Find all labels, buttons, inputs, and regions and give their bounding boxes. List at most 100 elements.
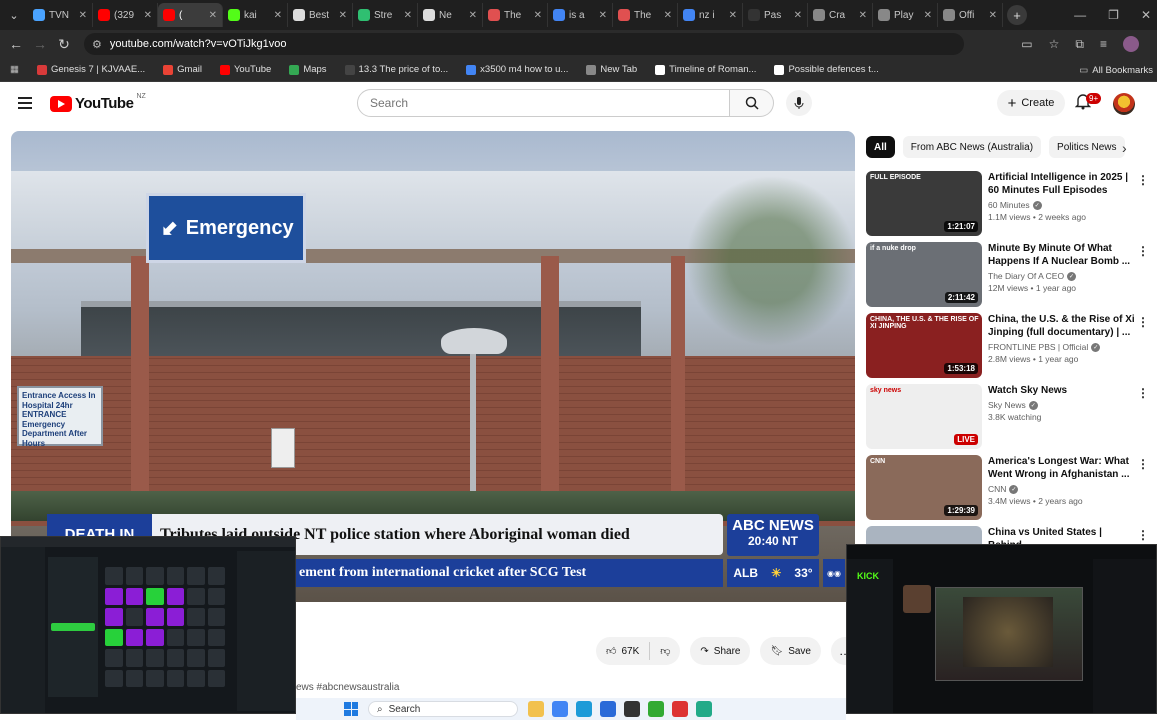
video-thumbnail[interactable]: CNN 1:29:39 xyxy=(866,455,982,520)
app-icon[interactable] xyxy=(648,701,664,717)
tab-close-icon[interactable]: ✕ xyxy=(144,10,152,21)
extensions-icon[interactable]: ⧉ xyxy=(1075,37,1084,52)
tab-close-icon[interactable]: ✕ xyxy=(664,10,672,21)
windows-start-icon[interactable] xyxy=(344,702,358,716)
tab-close-icon[interactable]: ✕ xyxy=(209,10,217,21)
tab-close-icon[interactable]: ✕ xyxy=(729,10,737,21)
address-bar[interactable]: ⚙ youtube.com/watch?v=vOTiJkg1voo xyxy=(84,33,964,55)
tab-close-icon[interactable]: ✕ xyxy=(534,10,542,21)
browser-tab[interactable]: (✕ xyxy=(158,3,223,27)
video-thumbnail[interactable]: FULL EPISODE 1:21:07 xyxy=(866,171,982,236)
bookmark-item[interactable]: Maps xyxy=(289,64,327,75)
cast-icon[interactable]: ▭ xyxy=(1021,37,1032,51)
new-tab-button[interactable]: + xyxy=(1007,5,1027,25)
browser-tab[interactable]: Ne ✕ xyxy=(418,3,483,27)
bookmark-item[interactable]: x3500 m4 how to u... xyxy=(466,64,568,75)
bookmark-item[interactable]: Timeline of Roman... xyxy=(655,64,756,75)
share-button[interactable]: ↷ Share xyxy=(690,637,751,665)
more-options-icon[interactable]: ⋮ xyxy=(1137,173,1149,187)
more-options-icon[interactable]: ⋮ xyxy=(1137,528,1149,542)
video-title[interactable]: Artificial Intelligence in 2025 | 60 Min… xyxy=(988,171,1138,197)
browser-tab[interactable]: Best ✕ xyxy=(288,3,353,27)
video-title[interactable]: Watch Sky News xyxy=(988,384,1138,397)
bookmark-item[interactable]: New Tab xyxy=(586,64,637,75)
tab-close-icon[interactable]: ✕ xyxy=(989,10,997,21)
browser-tab[interactable]: Stre ✕ xyxy=(353,3,418,27)
browser-tab[interactable]: nz i ✕ xyxy=(678,3,743,27)
bookmark-item[interactable]: Gmail xyxy=(163,64,202,75)
browser-tab[interactable]: TVN ✕ xyxy=(28,3,93,27)
tab-close-icon[interactable]: ✕ xyxy=(274,10,282,21)
channel-name[interactable]: FRONTLINE PBS | Official ✓ xyxy=(988,342,1138,352)
youtube-logo[interactable]: YouTube NZ xyxy=(50,93,146,112)
browser-tab[interactable]: Play ✕ xyxy=(873,3,938,27)
video-player[interactable]: ⬋ Emergency Entrance Access In Hospital … xyxy=(11,131,855,602)
reload-icon[interactable]: ↻ xyxy=(52,36,76,53)
more-options-icon[interactable]: ⋮ xyxy=(1137,386,1149,400)
browser-tab[interactable]: Offi ✕ xyxy=(938,3,1003,27)
more-options-icon[interactable]: ⋮ xyxy=(1137,315,1149,329)
create-button[interactable]: + Create xyxy=(997,90,1065,116)
bookmark-item[interactable]: YouTube xyxy=(219,64,271,75)
taskbar-search[interactable]: ⌕ Search xyxy=(368,701,518,717)
overlay-play-button[interactable] xyxy=(51,623,95,631)
search-input[interactable] xyxy=(357,89,730,117)
browser-tab[interactable]: (329 ✕ xyxy=(93,3,158,27)
video-thumbnail[interactable]: sky news LIVE xyxy=(866,384,982,449)
video-title[interactable]: America's Longest War: What Went Wrong i… xyxy=(988,455,1138,481)
tab-close-icon[interactable]: ✕ xyxy=(404,10,412,21)
filter-chip[interactable]: All xyxy=(866,136,895,158)
overlay-window-game[interactable] xyxy=(0,536,296,714)
video-title[interactable]: Minute By Minute Of What Happens If A Nu… xyxy=(988,242,1138,268)
search-button[interactable] xyxy=(730,89,774,117)
more-options-icon[interactable]: ⋮ xyxy=(1137,244,1149,258)
tab-close-icon[interactable]: ✕ xyxy=(599,10,607,21)
bookmark-item[interactable]: Possible defences t... xyxy=(774,64,879,75)
voice-search-button[interactable] xyxy=(786,90,812,116)
apps-grid-icon[interactable]: ▦ xyxy=(10,64,19,75)
chevron-right-icon[interactable]: › xyxy=(1122,140,1127,156)
save-button[interactable]: 🔖︎ Save xyxy=(760,637,821,665)
bookmark-star-icon[interactable]: ☆ xyxy=(1049,37,1060,51)
menu-icon[interactable] xyxy=(18,97,32,112)
user-avatar[interactable] xyxy=(1113,93,1135,115)
video-thumbnail[interactable]: CHINA, THE U.S. & THE RISE OF XI JINPING… xyxy=(866,313,982,378)
maximize-icon[interactable]: ❐ xyxy=(1108,8,1119,22)
recommended-video[interactable]: if a nuke drop 2:11:42 Minute By Minute Of… xyxy=(866,242,1151,313)
edge-icon[interactable] xyxy=(576,701,592,717)
overlay-window-stream[interactable]: KICK xyxy=(846,544,1157,714)
file-explorer-icon[interactable] xyxy=(528,701,544,717)
bookmark-item[interactable]: 13.3 The price of to... xyxy=(344,64,448,75)
video-title[interactable]: China, the U.S. & the Rise of Xi Jinping… xyxy=(988,313,1138,339)
tab-close-icon[interactable]: ✕ xyxy=(859,10,867,21)
tab-close-icon[interactable]: ✕ xyxy=(469,10,477,21)
minimize-icon[interactable]: — xyxy=(1074,8,1086,22)
close-window-icon[interactable]: ✕ xyxy=(1141,8,1151,22)
channel-name[interactable]: The Diary Of A CEO ✓ xyxy=(988,271,1138,281)
mail-icon[interactable] xyxy=(600,701,616,717)
channel-name[interactable]: CNN ✓ xyxy=(988,484,1138,494)
browser-tab[interactable]: The ✕ xyxy=(483,3,548,27)
description-hashtags[interactable]: ews #abcnewsaustralia xyxy=(296,682,399,693)
bookmark-item[interactable]: Genesis 7 | KJVAAE... xyxy=(36,64,145,75)
browser-tab[interactable]: kai ✕ xyxy=(223,3,288,27)
site-info-icon[interactable]: ⚙ xyxy=(92,38,102,51)
recommended-video[interactable]: sky news LIVE Watch Sky News Sky News ✓ 3.8K … xyxy=(866,384,1151,455)
store-icon[interactable] xyxy=(624,701,640,717)
video-thumbnail[interactable]: if a nuke drop 2:11:42 xyxy=(866,242,982,307)
browser-tab[interactable]: Cra ✕ xyxy=(808,3,873,27)
like-button[interactable]: 👍︎ 67K xyxy=(596,642,651,660)
browser-tab[interactable]: The ✕ xyxy=(613,3,678,27)
app-icon[interactable] xyxy=(696,701,712,717)
dislike-button[interactable]: 👎︎ xyxy=(650,645,680,657)
channel-name[interactable]: Sky News ✓ xyxy=(988,400,1138,410)
tab-close-icon[interactable]: ✕ xyxy=(339,10,347,21)
more-options-icon[interactable]: ⋮ xyxy=(1137,457,1149,471)
browser-tab[interactable]: is a ✕ xyxy=(548,3,613,27)
tab-close-icon[interactable]: ✕ xyxy=(794,10,802,21)
tab-close-icon[interactable]: ✕ xyxy=(79,10,87,21)
all-bookmarks[interactable]: ▭ All Bookmarks xyxy=(1079,58,1153,82)
forward-icon[interactable]: → xyxy=(28,36,52,52)
browser-tab[interactable]: Pas ✕ xyxy=(743,3,808,27)
chrome-icon[interactable] xyxy=(552,701,568,717)
